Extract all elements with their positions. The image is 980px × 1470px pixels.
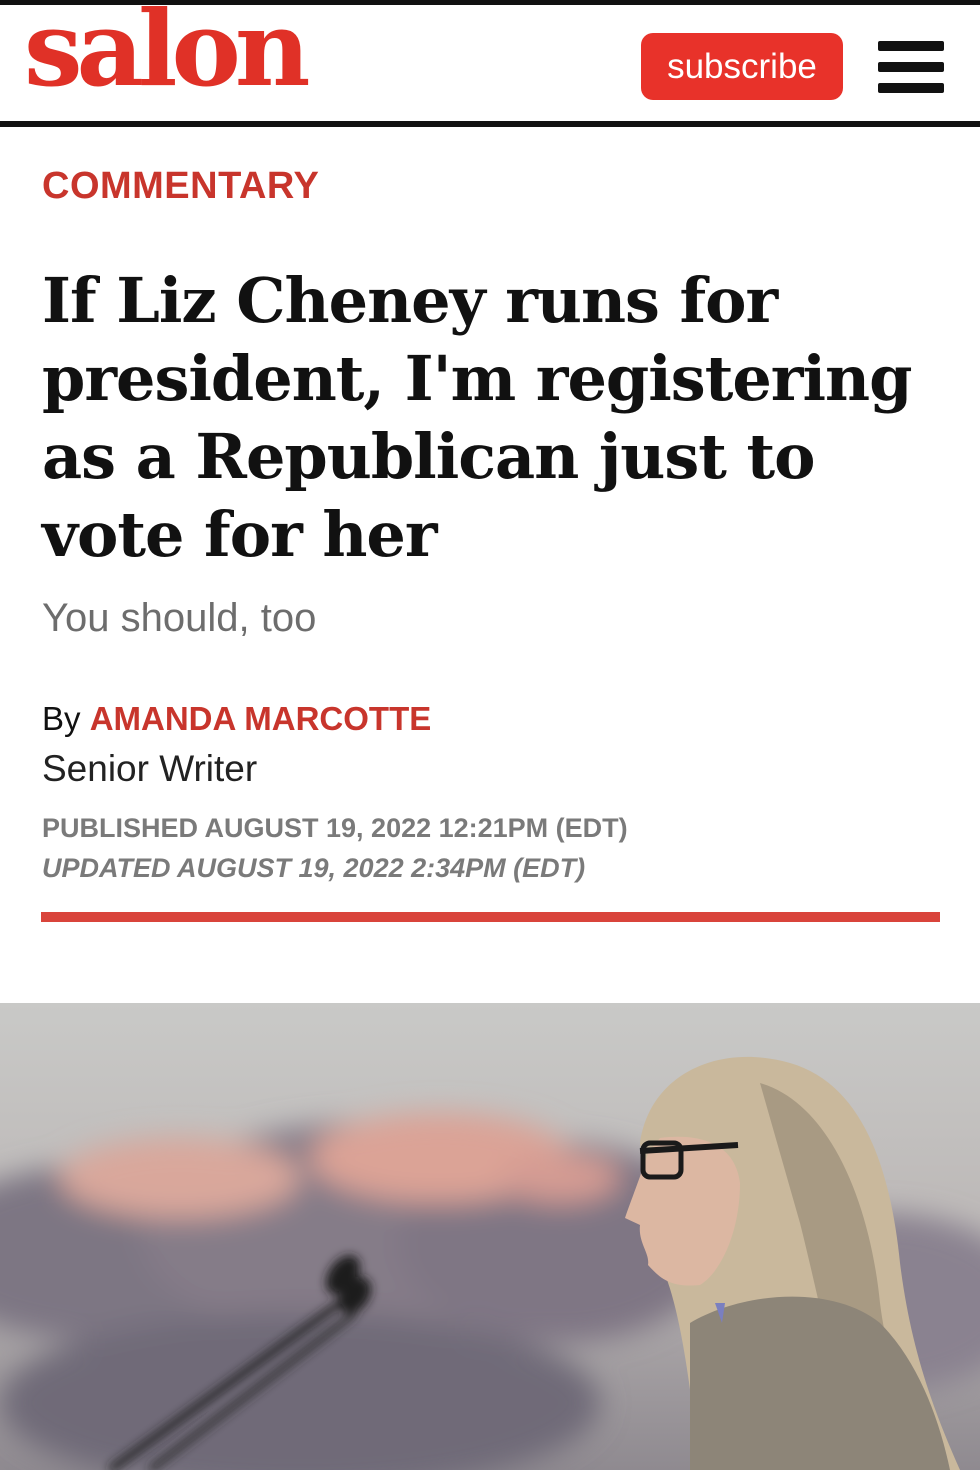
published-timestamp: PUBLISHED AUGUST 19, 2022 12:21PM (EDT) xyxy=(42,813,628,843)
hero-photo-illustration xyxy=(0,1003,980,1470)
article-divider xyxy=(41,912,940,922)
author-link[interactable]: AMANDA MARCOTTE xyxy=(90,700,432,737)
article-headline: If Liz Cheney runs for president, I'm re… xyxy=(42,264,912,571)
menu-bar-top xyxy=(878,41,944,51)
menu-bar-middle xyxy=(878,62,944,72)
salon-logo[interactable]: salon xyxy=(24,0,310,101)
article-subheadline: You should, too xyxy=(42,596,317,640)
menu-bar-bottom xyxy=(878,83,944,93)
site-header: salon subscribe xyxy=(0,0,980,122)
hamburger-menu-icon[interactable] xyxy=(878,41,944,93)
hero-photo xyxy=(0,1003,980,1470)
section-label[interactable]: COMMENTARY xyxy=(42,165,319,208)
header-divider xyxy=(0,121,980,127)
byline: By AMANDA MARCOTTE xyxy=(42,700,431,738)
author-role: Senior Writer xyxy=(42,748,258,789)
byline-prefix: By xyxy=(42,700,81,737)
updated-timestamp: UPDATED AUGUST 19, 2022 2:34PM (EDT) xyxy=(42,853,586,883)
subscribe-button[interactable]: subscribe xyxy=(641,33,843,100)
